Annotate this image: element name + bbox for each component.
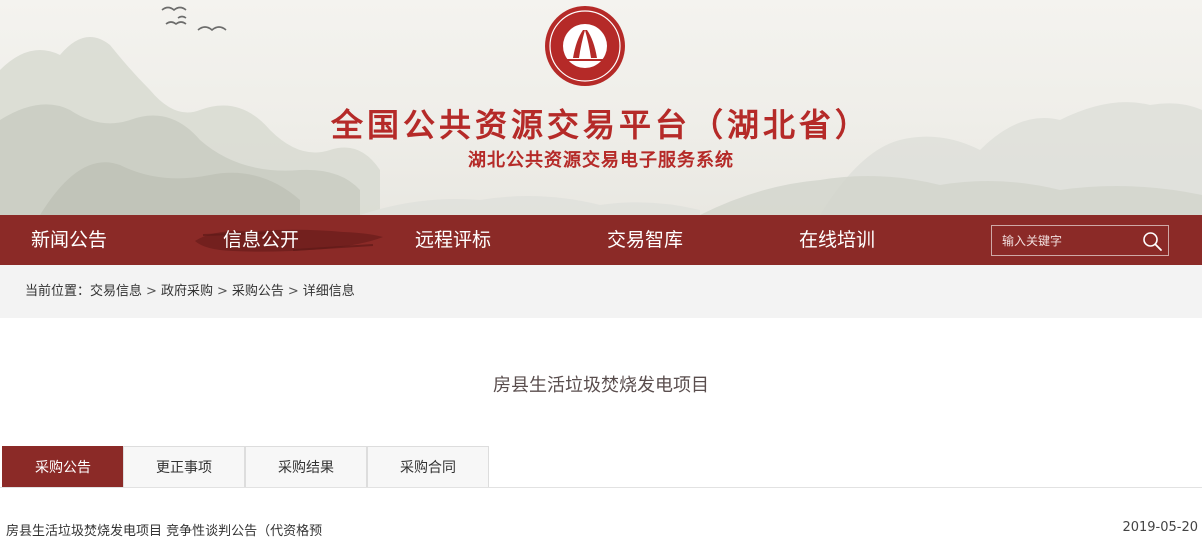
nav-item-news[interactable]: 新闻公告	[31, 215, 107, 265]
site-title: 全国公共资源交易平台（湖北省）	[330, 106, 871, 144]
nav-item-remote-evaluation[interactable]: 远程评标	[415, 215, 491, 265]
tab-procurement-results[interactable]: 采购结果	[245, 446, 367, 488]
tabs-divider	[0, 487, 1202, 488]
nav-item-online-training[interactable]: 在线培训	[799, 215, 875, 265]
list-item-date: 2019-05-20	[1122, 520, 1198, 535]
search-input[interactable]	[1002, 226, 1137, 255]
search-icon[interactable]	[1140, 229, 1164, 253]
tab-procurement-contracts[interactable]: 采购合同	[367, 446, 489, 488]
breadcrumb-separator: >	[146, 284, 157, 299]
header-banner: 全国公共资源交易平台（湖北省） 湖北公共资源交易电子服务系统	[0, 0, 1202, 215]
tab-procurement-notice[interactable]: 采购公告	[2, 446, 124, 488]
breadcrumb-item-details: 详细信息	[302, 284, 355, 299]
search-box	[991, 225, 1169, 256]
list-item-title[interactable]: 房县生活垃圾焚烧发电项目 竞争性谈判公告（代资格预	[6, 520, 322, 539]
page: 全国公共资源交易平台（湖北省） 湖北公共资源交易电子服务系统 新闻公告 信息公开…	[0, 0, 1202, 543]
breadcrumb-separator: >	[287, 284, 299, 299]
breadcrumb-item-gov-procurement[interactable]: 政府采购	[161, 284, 213, 299]
flying-birds-icon	[161, 6, 227, 32]
breadcrumb-prefix: 当前位置：	[25, 284, 91, 299]
nav-item-info-disclosure[interactable]: 信息公开	[223, 215, 299, 265]
nav-item-trading-think-tank[interactable]: 交易智库	[607, 215, 683, 265]
public-resources-emblem-logo	[545, 6, 625, 86]
page-title: 房县生活垃圾焚烧发电项目	[493, 375, 709, 396]
breadcrumb-item-procurement-notice[interactable]: 采购公告	[232, 284, 284, 299]
list-item[interactable]: 房县生活垃圾焚烧发电项目 竞争性谈判公告（代资格预 2019-05-20	[0, 517, 1202, 543]
breadcrumb-item-trading-info[interactable]: 交易信息	[90, 284, 142, 299]
tab-corrections[interactable]: 更正事项	[123, 446, 245, 488]
breadcrumb-bar: 当前位置：交易信息 > 政府采购 > 采购公告 > 详细信息	[0, 265, 1202, 318]
breadcrumb-separator: >	[216, 284, 228, 299]
site-subtitle: 湖北公共资源交易电子服务系统	[468, 150, 734, 171]
breadcrumb: 当前位置：交易信息 > 政府采购 > 采购公告 > 详细信息	[25, 265, 355, 318]
